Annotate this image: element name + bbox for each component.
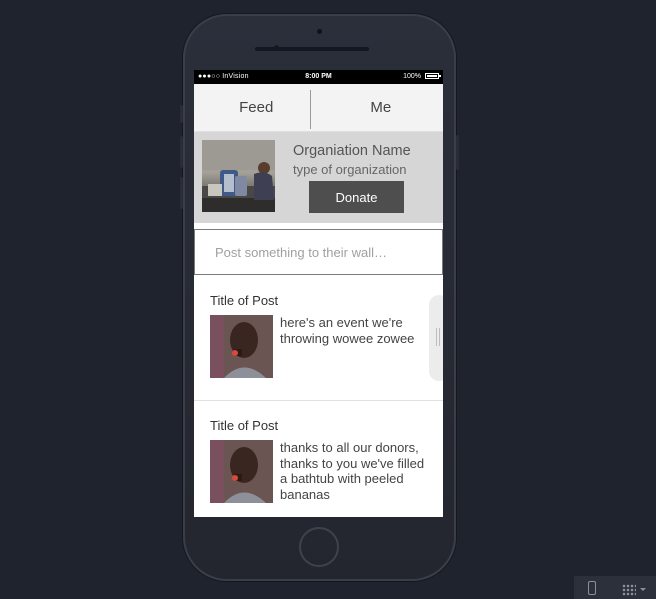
battery-percent: 100% <box>403 73 421 80</box>
grip-icon <box>436 328 437 346</box>
wall-post-input[interactable] <box>194 229 443 275</box>
post-text: thanks to all our donors, thanks to you … <box>280 440 425 502</box>
phone-side-button-volume-up <box>180 136 183 168</box>
device-phone-icon[interactable] <box>588 581 596 595</box>
post-card[interactable]: Title of Post thanks to all our donors, … <box>194 401 443 517</box>
organization-name: Organiation Name <box>293 143 411 159</box>
donate-button[interactable]: Donate <box>309 181 404 213</box>
phone-side-button-mute <box>180 105 183 123</box>
status-bar: ●●●○○ InVision 8:00 PM 100% <box>194 70 443 84</box>
post-thumbnail <box>210 440 273 503</box>
organization-header: Organiation Name type of organization Do… <box>194 132 443 223</box>
grid-menu-icon[interactable] <box>622 584 636 596</box>
organization-photo-illustration <box>202 140 275 212</box>
app-screen: ●●●○○ InVision 8:00 PM 100% Feed Me Orga… <box>194 70 443 517</box>
tab-me[interactable]: Me <box>319 84 444 131</box>
phone-home-button[interactable] <box>299 527 339 567</box>
organization-type: type of organization <box>293 162 407 177</box>
post-card[interactable]: Title of Post here's an event we're thro… <box>194 275 443 400</box>
post-photo-illustration <box>210 315 273 378</box>
post-thumbnail <box>210 315 273 378</box>
tab-divider <box>310 90 311 129</box>
phone-side-button-volume-down <box>180 177 183 209</box>
post-text: here's an event we're throwing wowee zow… <box>280 315 415 346</box>
post-title: Title of Post <box>210 418 279 433</box>
preview-toolbar <box>574 576 656 599</box>
scroll-handle[interactable] <box>429 295 443 381</box>
phone-speaker <box>255 47 369 51</box>
post-photo-illustration <box>210 440 273 503</box>
phone-side-button-power <box>456 135 459 170</box>
post-title: Title of Post <box>210 293 279 308</box>
tab-feed[interactable]: Feed <box>194 84 319 131</box>
chevron-down-icon[interactable] <box>640 588 646 591</box>
battery-icon <box>425 73 441 79</box>
tab-bar: Feed Me <box>194 84 443 132</box>
organization-photo <box>202 140 275 212</box>
phone-camera-sensor <box>317 29 322 34</box>
